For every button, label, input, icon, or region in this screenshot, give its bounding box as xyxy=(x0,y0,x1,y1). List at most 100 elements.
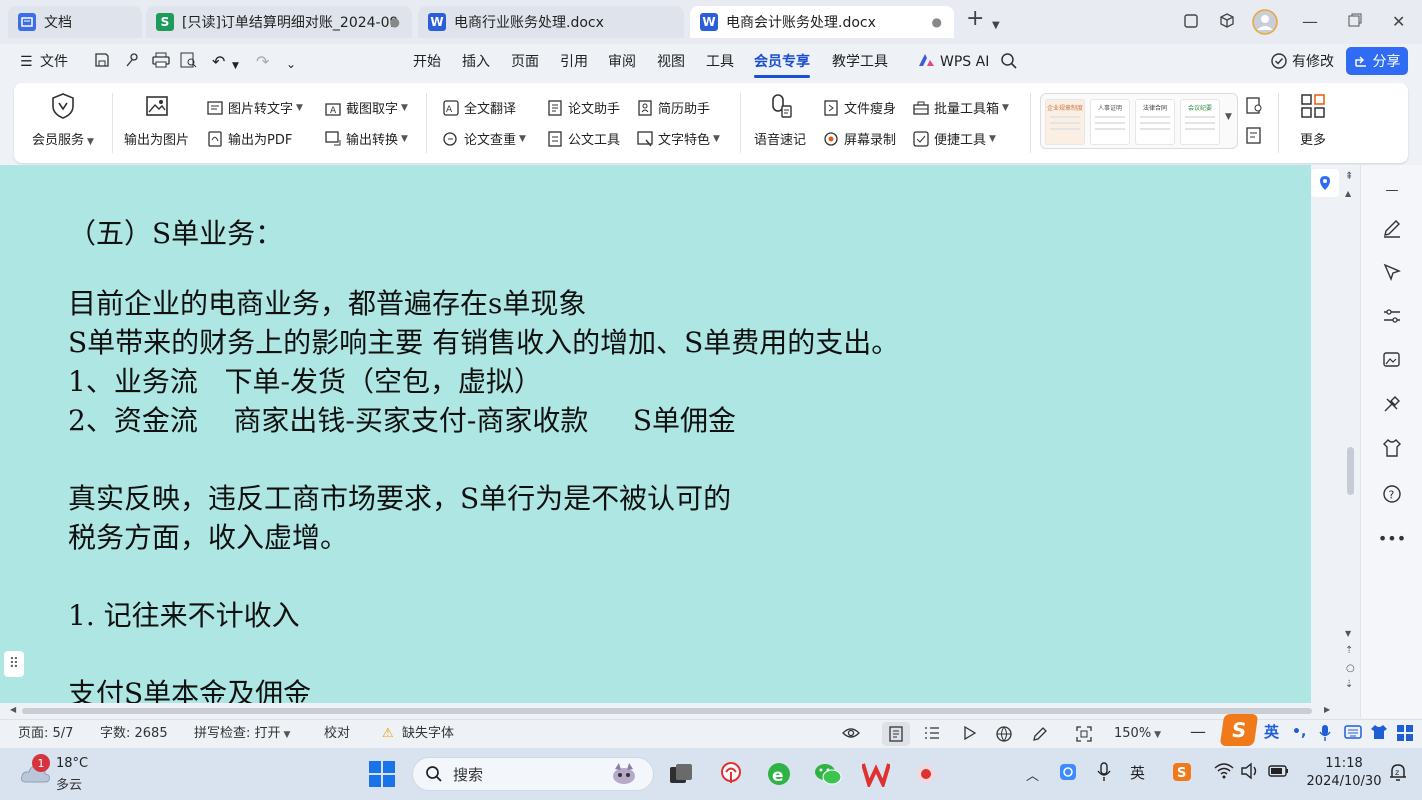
save-icon[interactable] xyxy=(94,52,110,74)
tab-unsaved-dot[interactable]: ● xyxy=(390,15,400,29)
menu-review[interactable]: 审阅 xyxy=(608,52,636,72)
proofread-button[interactable]: 校对 xyxy=(324,726,350,742)
wps-office-icon[interactable] xyxy=(862,760,890,788)
scroll-left-arrow-icon[interactable]: ◀ xyxy=(10,705,16,714)
doc-paragraph[interactable]: 1、业务流 下单-发货（空包，虚拟） xyxy=(68,365,542,399)
fit-page-icon[interactable] xyxy=(1076,726,1092,747)
scroll-down-arrow-icon[interactable]: ▼ xyxy=(1345,629,1351,638)
chevron-down-icon[interactable]: ▼ xyxy=(992,16,1000,36)
vertical-scrollbar[interactable]: ⇞ ▲ ▼ ⇡ ○ ⇣ xyxy=(1311,165,1359,703)
wps-ai-icon[interactable] xyxy=(918,52,936,74)
help-icon[interactable]: ? xyxy=(1381,483,1403,505)
tools-icon[interactable] xyxy=(1381,393,1403,415)
share-button[interactable]: 分享 xyxy=(1346,47,1408,75)
notification-bell-icon[interactable]: z xyxy=(1388,762,1408,786)
export-pdf-button[interactable]: 输出为PDF xyxy=(206,129,292,148)
template-search-icon[interactable] xyxy=(1246,97,1264,119)
export-image-button[interactable]: 输出为图片 xyxy=(124,91,189,148)
tab-unsaved-dot[interactable]: ● xyxy=(932,15,942,29)
export-convert-button[interactable]: 输出转换 ▼ xyxy=(324,129,408,148)
scroll-to-top-icon[interactable]: ⇞ xyxy=(1345,171,1353,182)
eye-protection-icon[interactable] xyxy=(842,726,860,745)
template-thumbnail[interactable]: 人事证明 xyxy=(1090,99,1130,145)
tab-ecommerce-accounting-doc[interactable]: W 电商会计账务处理.docx ● xyxy=(690,6,954,38)
ime-punctuation-icon[interactable]: •, xyxy=(1292,724,1306,740)
task-view-icon[interactable] xyxy=(668,760,694,788)
recorder-icon[interactable] xyxy=(914,760,938,788)
image-to-text-button[interactable]: 图片转文字 ▼ xyxy=(206,98,303,117)
word-count[interactable]: 字数: 2685 xyxy=(100,726,168,742)
template-thumbnail[interactable]: 法律合同 xyxy=(1135,99,1175,145)
drag-handle-icon[interactable]: ⠿ xyxy=(4,651,24,677)
new-tab-icon[interactable]: + xyxy=(966,8,984,30)
ime-skin-icon[interactable] xyxy=(1370,724,1388,745)
tab-ecommerce-industry-doc[interactable]: W 电商行业账务处理.docx xyxy=(418,6,684,38)
batch-toolbox-button[interactable]: 批量工具箱 ▼ xyxy=(912,98,1009,117)
screenshot-ocr-button[interactable]: A 截图取字 ▼ xyxy=(324,98,408,117)
text-effects-button[interactable]: 文字特色 ▼ xyxy=(636,129,720,148)
cursor-select-icon[interactable] xyxy=(1381,261,1403,283)
redo-icon[interactable]: ↷ xyxy=(256,52,269,72)
close-icon[interactable]: ✕ xyxy=(1392,12,1405,32)
menu-insert[interactable]: 插入 xyxy=(462,52,490,72)
member-service-button[interactable]: 会员服务 ▼ xyxy=(32,91,94,148)
menu-start[interactable]: 开始 xyxy=(413,52,441,72)
scrollbar-thumb[interactable] xyxy=(1347,447,1354,495)
sogou-tray-icon[interactable]: S xyxy=(1172,762,1192,786)
clock-time[interactable]: 11:18 xyxy=(1304,756,1384,771)
quick-tools-button[interactable]: 便捷工具 ▼ xyxy=(912,129,996,148)
menu-tools[interactable]: 工具 xyxy=(706,52,734,72)
undo-dropdown-icon[interactable]: ▼ xyxy=(232,56,239,76)
tab-order-settlement[interactable]: S [只读]订单结算明细对账_2024-09 ● xyxy=(146,6,412,38)
tray-ime-label[interactable]: 英 xyxy=(1130,762,1145,783)
tab-docs-home[interactable]: 文档 xyxy=(8,6,142,38)
location-pin-icon[interactable] xyxy=(1311,169,1339,197)
tray-expand-icon[interactable]: ︿ xyxy=(1026,765,1039,784)
missing-font-button[interactable]: 缺失字体 xyxy=(402,726,454,742)
doc-paragraph[interactable]: 1. 记往来不计收入 xyxy=(68,599,300,633)
battery-icon[interactable] xyxy=(1268,762,1290,784)
clock-date[interactable]: 2024/10/30 xyxy=(1304,774,1384,789)
file-slim-button[interactable]: 文件瘦身 xyxy=(822,98,896,117)
collapse-panel-icon[interactable]: — xyxy=(1381,179,1403,201)
web-view-icon[interactable] xyxy=(996,726,1012,747)
browse-object-icon[interactable]: ○ xyxy=(1346,663,1355,674)
gallery-expand-icon[interactable]: ▼ xyxy=(1225,112,1232,122)
scroll-right-arrow-icon[interactable]: ▶ xyxy=(1324,705,1330,714)
page-indicator[interactable]: 页面: 5/7 xyxy=(18,726,73,742)
paper-check-button[interactable]: 论文查重 ▼ xyxy=(442,129,526,148)
menu-references[interactable]: 引用 xyxy=(560,52,588,72)
ime-keyboard-icon[interactable] xyxy=(1344,724,1362,745)
doc-paragraph[interactable]: 目前企业的电商业务，都普遍存在s单现象 xyxy=(68,287,586,321)
taskbar-search-box[interactable]: 搜索 xyxy=(412,757,654,791)
resume-assistant-button[interactable]: 简历助手 xyxy=(636,98,710,117)
menu-file[interactable]: 文件 xyxy=(40,52,68,72)
microphone-icon[interactable] xyxy=(1096,762,1112,786)
doc-paragraph[interactable]: 税务方面，收入虚增。 xyxy=(68,521,348,555)
adjust-sliders-icon[interactable] xyxy=(1381,305,1403,327)
doc-paragraph[interactable]: S单带来的财务上的影响主要 有销售收入的增加、S单费用的支出。 xyxy=(68,326,899,360)
menu-member-exclusive[interactable]: 会员专享 xyxy=(754,52,810,78)
wps-ai-button[interactable]: WPS AI xyxy=(940,52,989,72)
print-icon[interactable] xyxy=(152,52,170,74)
template-gallery[interactable]: 企业规章制度 人事证明 法律合同 会议纪要 ▼ xyxy=(1040,93,1238,149)
print-preview-icon[interactable] xyxy=(180,52,198,74)
browser-icon[interactable]: e xyxy=(766,760,792,788)
security-app-icon[interactable] xyxy=(1058,762,1078,786)
horizontal-scrollbar[interactable]: ◀ ▶ xyxy=(0,703,1360,719)
more-options-icon[interactable]: ••• xyxy=(1378,527,1406,549)
previous-page-icon[interactable]: ⇡ xyxy=(1345,645,1353,656)
doc-paragraph[interactable]: 2、资金流 商家出钱-买家支付-商家收款 S单佣金 xyxy=(68,404,736,438)
template-doc-icon[interactable] xyxy=(1246,127,1264,149)
windows-start-icon[interactable] xyxy=(368,760,396,788)
pen-annotate-icon[interactable] xyxy=(1032,726,1048,747)
voice-notes-button[interactable]: 语音速记 xyxy=(754,91,806,148)
zoom-level[interactable]: 150% ▼ xyxy=(1114,726,1161,743)
search-icon[interactable] xyxy=(1000,52,1018,76)
doc-heading[interactable]: （五）S单业务： xyxy=(68,217,283,251)
modified-status[interactable]: 有修改 xyxy=(1292,52,1334,72)
avatar[interactable] xyxy=(1252,9,1278,40)
play-icon[interactable] xyxy=(962,725,977,745)
template-thumbnail[interactable]: 企业规章制度 xyxy=(1045,99,1085,145)
shirt-skin-icon[interactable] xyxy=(1381,437,1403,459)
